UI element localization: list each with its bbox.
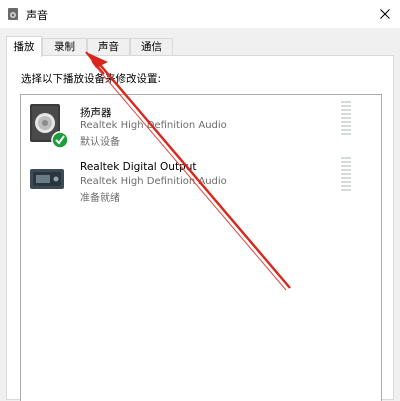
device-description: Realtek High Definition Audio (80, 176, 227, 187)
device-name: 扬声器 (80, 107, 112, 119)
device-list: 扬声器 Realtek High Definition Audio 默认设备 R… (20, 94, 382, 401)
tab-recording[interactable]: 录制 (42, 38, 87, 55)
window-title: 声音 (26, 9, 48, 22)
speaker-icon (8, 8, 18, 20)
tab-communications[interactable]: 通信 (130, 38, 173, 55)
tab-playback[interactable]: 播放 (6, 36, 42, 57)
device-item-speakers[interactable]: 扬声器 Realtek High Definition Audio 默认设备 (21, 101, 361, 157)
speaker-device-icon (30, 104, 69, 149)
instruction-text: 选择以下播放设备来修改设置: (21, 73, 162, 85)
device-status: 准备就绪 (80, 193, 120, 204)
close-icon (380, 9, 390, 19)
tab-sounds[interactable]: 声音 (87, 38, 130, 55)
device-name: Realtek Digital Output (80, 161, 197, 173)
playback-panel: 选择以下播放设备来修改设置: 扬声器 Realtek High Definiti… (6, 55, 394, 401)
default-check-icon (51, 131, 69, 149)
digital-output-icon (30, 169, 64, 189)
device-status: 默认设备 (80, 137, 120, 148)
volume-meter (341, 101, 351, 137)
volume-meter (341, 157, 351, 193)
title-bar: 声音 (0, 0, 400, 28)
device-description: Realtek High Definition Audio (80, 120, 227, 131)
device-item-digital-output[interactable]: Realtek Digital Output Realtek High Defi… (21, 157, 361, 213)
close-button[interactable] (370, 0, 400, 28)
